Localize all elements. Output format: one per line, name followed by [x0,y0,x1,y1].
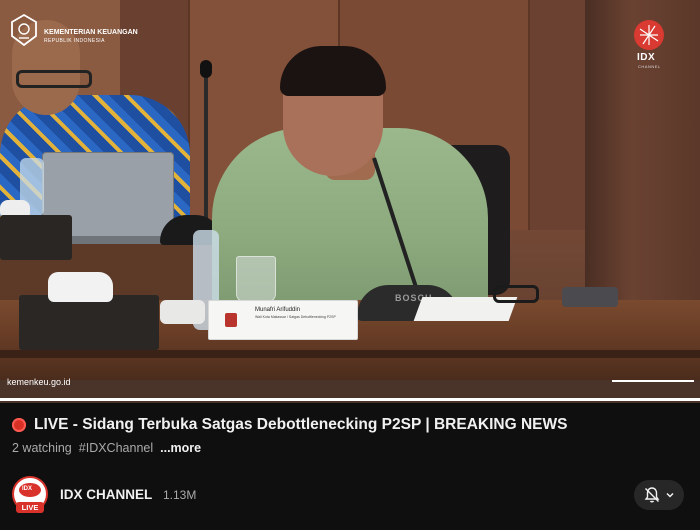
idx-logo-name: IDX [637,52,656,63]
avatar-text: IDX [22,486,33,492]
kemenkeu-subtitle: REPUBLIK INDONESIA [44,38,105,44]
notification-button[interactable] [634,480,684,510]
tissue-box [0,215,72,260]
bell-off-icon [644,487,660,503]
subscriber-count: 1.13M [163,488,197,502]
tissue-box [19,295,159,350]
microphone-stand [204,65,208,220]
idx-channel-logo-icon [634,20,664,50]
video-meta[interactable]: 2 watching #IDXChannel ...more [12,440,208,456]
video-progress-fill [0,398,700,401]
live-badge: LIVE [16,502,44,513]
wall-right [585,0,700,330]
video-progress-bar[interactable] [0,398,700,401]
nameplate: Munafri Arifuddin Wali Kota Makassar / S… [208,300,358,340]
glasses-icon [493,285,539,303]
channel-name[interactable]: IDX CHANNEL [60,487,152,502]
watching-count: 2 watching [12,441,72,455]
kemenkeu-name: KEMENTERIAN KEUANGAN [44,29,138,36]
tissue [48,272,113,302]
source-watermark: kemenkeu.go.id [7,377,71,387]
city-emblem-icon [225,313,237,327]
more-button[interactable]: ...more [160,441,201,455]
paper-plate [160,300,205,324]
drinking-glass [236,256,276,302]
chevron-down-icon [666,492,674,498]
channel-row: IDX LIVE IDX CHANNEL 1.13M [12,476,688,516]
live-red-dot-icon [12,418,26,432]
wall-panel [530,0,590,230]
watermark-underline [612,380,694,382]
nameplate-title: Wali Kota Makassar / Satgas Debottleneck… [255,315,336,319]
kemenkeu-emblem-icon [11,14,37,46]
video-player[interactable]: BOSCH Munafri Arifuddin Wali Kota Makass… [0,0,700,403]
microphone-icon [200,60,212,78]
nameplate-name: Munafri Arifuddin [255,307,301,313]
idx-logo-subtitle: CHANNEL [638,64,661,69]
video-title[interactable]: LIVE - Sidang Terbuka Satgas Debottlenec… [34,416,567,434]
video-title-row[interactable]: LIVE - Sidang Terbuka Satgas Debottlenec… [12,414,692,436]
table-edge [0,350,700,358]
glasses-icon [16,70,92,88]
hashtag-link[interactable]: #IDXChannel [79,441,153,455]
phone [562,287,618,307]
